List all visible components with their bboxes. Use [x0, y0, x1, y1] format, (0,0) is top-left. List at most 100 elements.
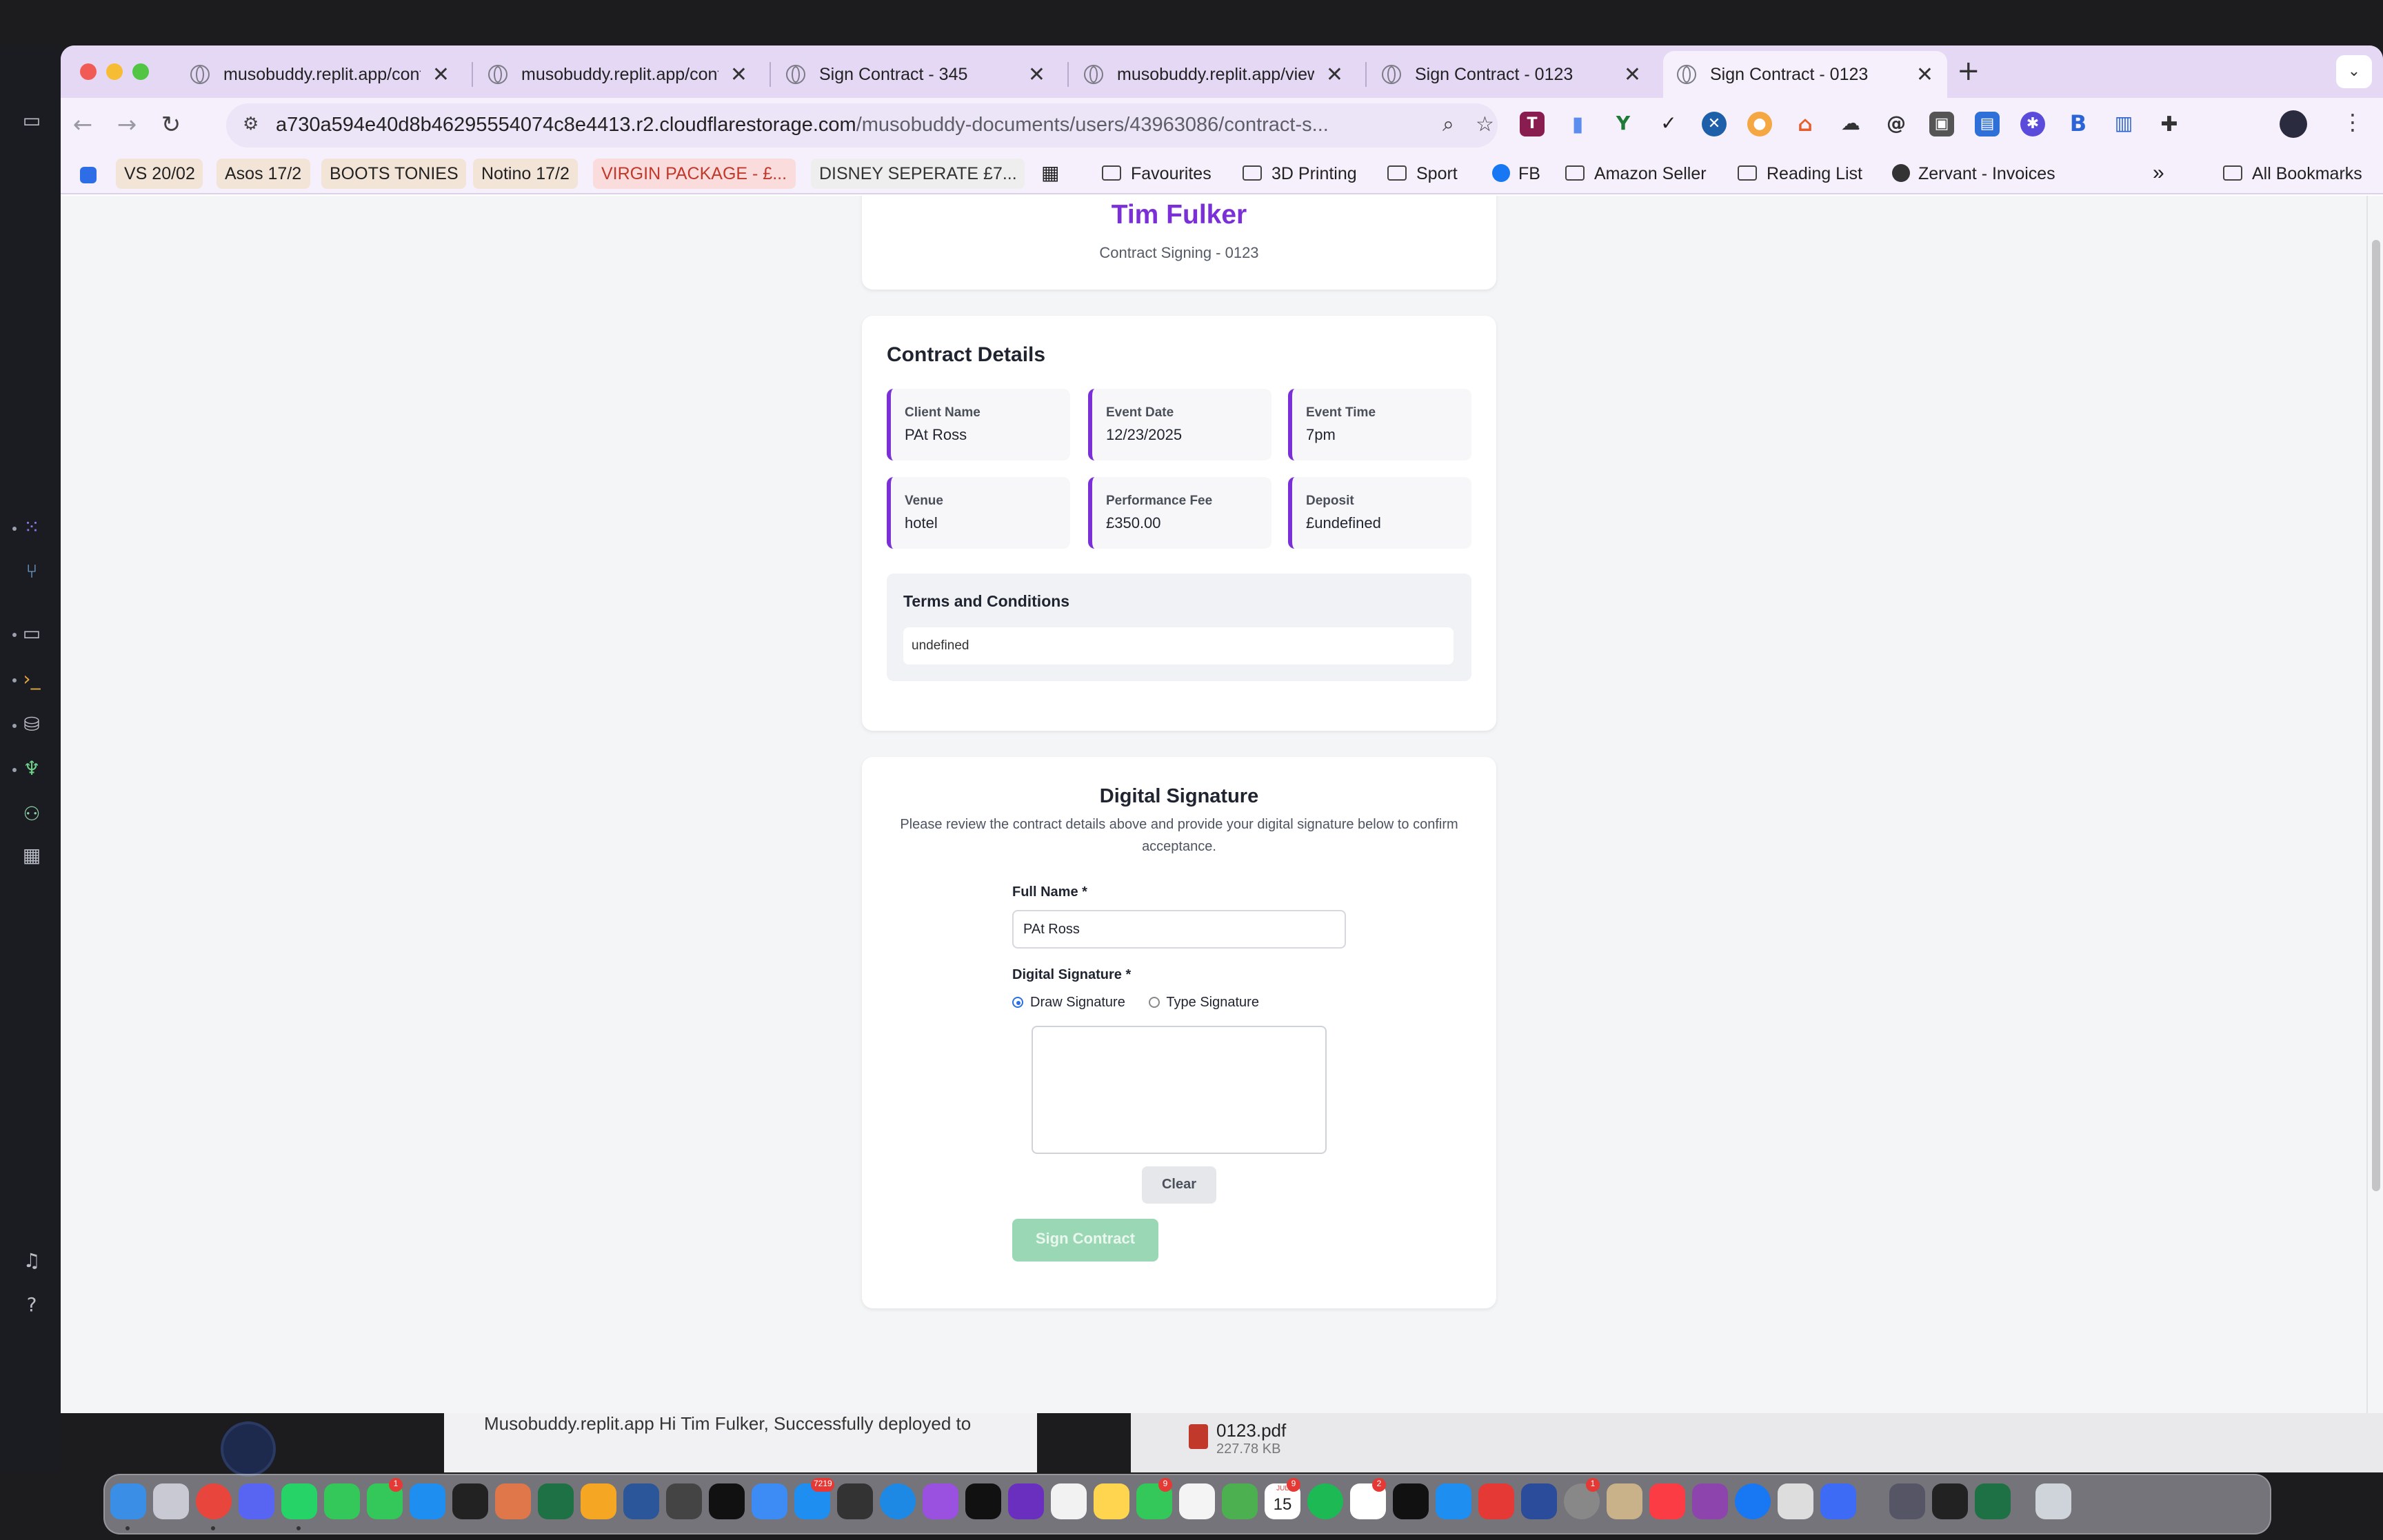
pencil-app-icon[interactable] [1778, 1483, 1813, 1519]
reminders-icon[interactable]: 2 [1350, 1478, 1386, 1519]
tab-search-button[interactable]: ⌄ [2336, 55, 2372, 88]
chatgpt-icon[interactable] [452, 1483, 488, 1519]
all-bookmarks-folder[interactable]: All Bookmarks [2215, 159, 2371, 189]
freeform-icon[interactable] [1179, 1483, 1215, 1519]
page-scrollbar[interactable] [2366, 196, 2383, 1413]
bookmark-item[interactable]: Asos 17/2 [217, 159, 310, 189]
pages-icon[interactable] [581, 1483, 616, 1519]
close-icon[interactable]: ✕ [1916, 62, 1933, 87]
bookmark-folder[interactable]: Sport [1379, 159, 1466, 189]
spreadsheet-icon[interactable] [1975, 1483, 2011, 1519]
photos-icon[interactable] [1051, 1483, 1087, 1519]
attachment-name[interactable]: 0123.pdf [1216, 1420, 1286, 1441]
cloud-download-icon[interactable]: ☁ [1838, 112, 1863, 136]
bookmark-item[interactable]: VS 20/02 [116, 159, 203, 189]
full-name-input[interactable] [1012, 910, 1346, 949]
radio-icon[interactable] [1148, 997, 1160, 1008]
back-button[interactable]: ← [66, 109, 99, 142]
launchpad-icon[interactable] [153, 1483, 189, 1519]
deploy-icon[interactable]: ♆ [19, 757, 44, 782]
stocks-icon[interactable] [1521, 1483, 1557, 1519]
calendar-icon[interactable]: JUL 15 9 [1265, 1478, 1300, 1519]
final-cut-icon[interactable] [837, 1483, 873, 1519]
apps-grid-icon[interactable]: ▦ [19, 844, 44, 869]
star-icon[interactable]: ☆ [1476, 112, 1494, 136]
preview-icon[interactable]: ▭ [19, 622, 44, 647]
zoom-icon[interactable]: ⌕ [1442, 112, 1454, 136]
address-bar[interactable]: ⚙ a730a594e40d8b46295554074c8e4413.r2.cl… [226, 103, 1498, 148]
notes-icon[interactable] [1094, 1483, 1129, 1519]
profile-avatar[interactable] [2280, 110, 2307, 138]
extension-folder-icon[interactable]: ▤ [1975, 112, 2000, 136]
extension-b-icon[interactable]: B [2066, 111, 2091, 136]
word-icon[interactable] [623, 1483, 659, 1519]
minimize-window-button[interactable] [106, 63, 123, 80]
close-icon[interactable]: ✕ [1028, 62, 1045, 87]
safari-icon[interactable] [880, 1483, 916, 1519]
system-settings-icon[interactable]: 1 [1564, 1478, 1600, 1519]
browser-tab[interactable]: musobuddy.replit.app/contra ✕ [177, 51, 463, 98]
claude-icon[interactable] [495, 1483, 531, 1519]
close-icon[interactable]: ✕ [730, 62, 747, 87]
browser-tab[interactable]: musobuddy.replit.app/contra ✕ [474, 51, 761, 98]
alerts-icon[interactable]: ♫ [19, 1249, 44, 1274]
bookmark-item[interactable]: VIRGIN PACKAGE - £... [593, 159, 796, 189]
reload-button[interactable]: ↻ [154, 109, 188, 142]
feedback-icon[interactable] [1692, 1483, 1728, 1519]
facetime-icon[interactable]: 9 [1136, 1478, 1172, 1519]
database-icon[interactable]: ⛁ [19, 713, 44, 738]
bookmark-item[interactable]: Zervant - Invoices [1884, 159, 2064, 189]
tr-app-icon[interactable] [965, 1483, 1001, 1519]
shell-icon[interactable]: ›_ [19, 667, 44, 692]
extension-gear-icon[interactable]: ✱ [2020, 112, 2045, 136]
podcasts-icon[interactable] [923, 1483, 958, 1519]
bookmark-item[interactable]: FB [1484, 159, 1549, 189]
bookmark-item[interactable]: DISNEY SEPERATE £7... [811, 159, 1025, 189]
puzzle-icon[interactable]: ✚ [2157, 112, 2182, 136]
maps-icon[interactable] [1222, 1483, 1258, 1519]
browser-tab[interactable]: Sign Contract - 0123 ✕ [1368, 51, 1655, 98]
new-tab-button[interactable]: + [1957, 54, 1980, 87]
system-info-icon[interactable] [666, 1483, 702, 1519]
bookmark-folder[interactable]: Amazon Seller [1557, 159, 1715, 189]
extension-chart-icon[interactable]: ▥ [2111, 112, 2136, 136]
user-icon[interactable]: ⚇ [19, 802, 44, 827]
app-store-icon[interactable]: 7219 [794, 1478, 835, 1519]
bookmark-folder[interactable]: 3D Printing [1234, 159, 1365, 189]
close-icon[interactable]: ✕ [1624, 62, 1641, 87]
parallels-icon[interactable] [1478, 1483, 1514, 1519]
extension-leaf-icon[interactable]: Y [1611, 112, 1636, 136]
sign-contract-button[interactable]: Sign Contract [1012, 1219, 1158, 1262]
type-signature-option[interactable]: Type Signature [1148, 995, 1259, 1011]
apps-grid-icon[interactable]: ▦ [1033, 159, 1067, 189]
scrollbar-thumb[interactable] [2372, 240, 2380, 1191]
finder-icon[interactable] [110, 1483, 146, 1519]
extension-circle-icon[interactable]: ● [1747, 112, 1772, 136]
git-icon[interactable]: ⑂ [19, 560, 44, 585]
apple-tv-icon[interactable] [1393, 1483, 1429, 1519]
files-icon[interactable]: ▭ [19, 109, 44, 134]
maximize-window-button[interactable] [132, 63, 149, 80]
bookmark-item[interactable]: BOOTS TONIES [321, 159, 467, 189]
messages-icon[interactable]: 1 [367, 1478, 403, 1519]
discord-icon[interactable] [239, 1483, 274, 1519]
extension-check-icon[interactable]: ✓ [1656, 112, 1681, 136]
bookmark-folder[interactable]: Favourites [1094, 159, 1220, 189]
extension-at-icon[interactable]: @ [1884, 112, 1909, 136]
close-window-button[interactable] [80, 63, 97, 80]
forward-button[interactable]: → [110, 109, 143, 142]
testflight-icon[interactable] [410, 1483, 445, 1519]
trash-icon[interactable] [2035, 1483, 2071, 1519]
extension-box-icon[interactable]: ▣ [1929, 112, 1954, 136]
display-icon[interactable] [709, 1483, 745, 1519]
utility-icon[interactable] [1607, 1483, 1642, 1519]
menu-kebab-icon[interactable]: ⋮ [2342, 109, 2364, 135]
messenger-icon[interactable] [1735, 1483, 1771, 1519]
radio-selected-icon[interactable] [1012, 997, 1023, 1008]
extension-x-icon[interactable]: ✕ [1702, 112, 1727, 136]
draw-signature-option[interactable]: Draw Signature [1012, 995, 1125, 1011]
site-settings-icon[interactable]: ⚙ [243, 114, 259, 135]
excel-icon[interactable] [538, 1483, 574, 1519]
signature-canvas[interactable] [1032, 1026, 1327, 1154]
browser-tab[interactable]: Sign Contract - 345 ✕ [772, 51, 1059, 98]
